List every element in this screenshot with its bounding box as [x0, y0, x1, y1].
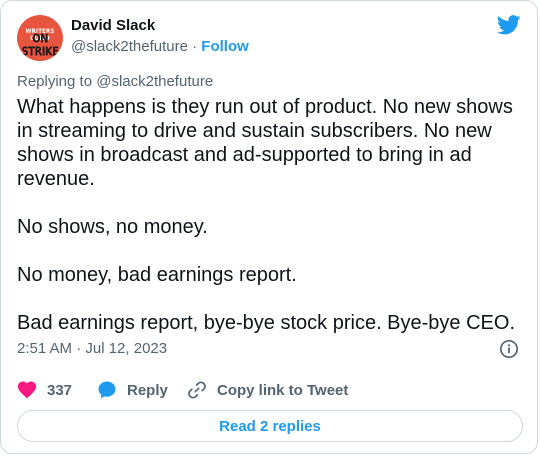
- tweet-paragraph: No shows, no money.: [17, 216, 208, 238]
- reply-bubble-icon: [98, 381, 116, 399]
- copy-link-label: Copy link to Tweet: [217, 381, 349, 399]
- copy-link-button[interactable]: Copy link to Tweet: [187, 379, 348, 401]
- twitter-bird-icon[interactable]: [497, 15, 521, 35]
- handle-row: @slack2thefuture · Follow: [71, 38, 249, 55]
- like-count: 337: [47, 381, 73, 399]
- author-name[interactable]: David Slack: [71, 17, 155, 34]
- replying-to[interactable]: Replying to @slack2thefuture: [17, 73, 213, 90]
- heart-icon: [17, 381, 37, 399]
- tweet-timestamp[interactable]: 2:51 AM · Jul 12, 2023: [17, 340, 167, 357]
- tweet-text: What happens is they run out of product.…: [17, 95, 523, 335]
- follow-button[interactable]: Follow: [201, 38, 249, 55]
- read-replies-label: Read 2 replies: [219, 417, 321, 435]
- tweet-actions: 337 Reply Copy link to Tweet: [17, 379, 521, 401]
- avatar-text-bottom: ON STRIKE: [21, 32, 59, 60]
- like-button[interactable]: 337: [17, 379, 72, 401]
- info-icon[interactable]: [499, 339, 519, 359]
- read-replies-button[interactable]: Read 2 replies: [17, 410, 523, 442]
- avatar[interactable]: WRITERS GUILD ON STRIKE: [17, 15, 63, 61]
- reply-label: Reply: [127, 381, 168, 399]
- tweet-paragraph: No money, bad earnings report.: [17, 264, 297, 286]
- tweet-card: WRITERS GUILD ON STRIKE David Slack @sla…: [0, 0, 538, 454]
- link-icon: [188, 381, 206, 399]
- reply-button[interactable]: Reply: [97, 379, 168, 401]
- tweet-paragraph: What happens is they run out of product.…: [17, 96, 513, 190]
- tweet-paragraph: Bad earnings report, bye-bye stock price…: [17, 312, 516, 334]
- separator-dot: ·: [192, 38, 198, 55]
- author-handle[interactable]: @slack2thefuture: [71, 38, 188, 55]
- tweet-header: WRITERS GUILD ON STRIKE David Slack @sla…: [17, 15, 521, 61]
